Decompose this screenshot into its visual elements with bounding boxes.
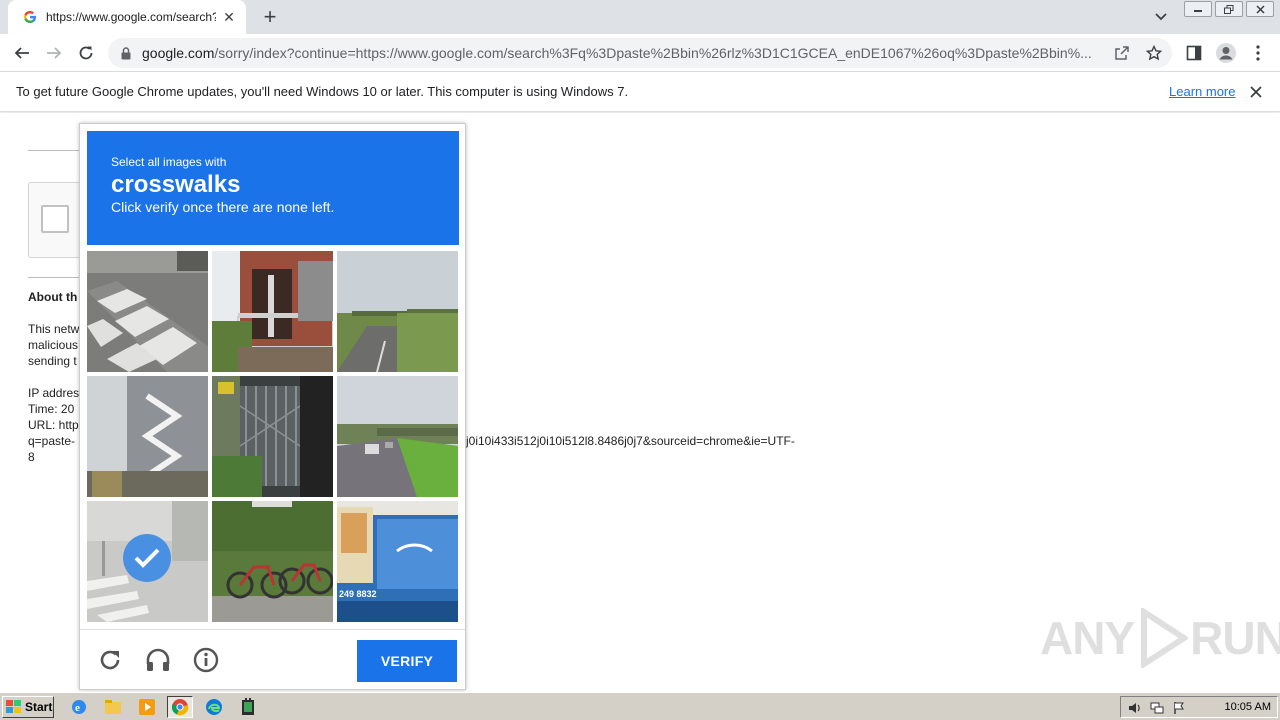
ip-address-label: IP addres	[28, 386, 80, 400]
tile-metal-gate[interactable]	[212, 376, 333, 497]
svg-text:e: e	[75, 702, 80, 714]
about-para-line-3: sending t	[28, 354, 77, 368]
volume-icon[interactable]	[1127, 700, 1143, 716]
tile-crosswalk-road[interactable]	[87, 251, 208, 372]
lock-icon[interactable]	[118, 45, 134, 61]
edge-taskbar-icon[interactable]	[201, 696, 227, 718]
anyrun-watermark: ANY RUN	[1040, 608, 1280, 668]
challenge-footer: VERIFY	[80, 629, 465, 690]
recaptcha-checkbox[interactable]	[41, 205, 69, 233]
media-player-icon[interactable]	[134, 696, 160, 718]
tile-rural-highway-bridge[interactable]	[337, 251, 458, 372]
network-icon[interactable]	[1149, 700, 1165, 716]
info-icon[interactable]	[192, 646, 220, 674]
infobar-message: To get future Google Chrome updates, you…	[16, 84, 629, 99]
tile-brick-balcony[interactable]	[212, 251, 333, 372]
infobar-close-icon[interactable]	[1247, 83, 1265, 101]
about-para-line-1: This netw	[28, 322, 80, 336]
file-explorer-icon[interactable]	[100, 696, 126, 718]
instruction-target: crosswalks	[111, 171, 241, 198]
internet-explorer-icon[interactable]: e	[66, 696, 92, 718]
close-window-icon[interactable]	[1246, 1, 1274, 17]
selected-check-icon	[123, 534, 171, 582]
url-host: google.com	[142, 45, 215, 61]
about-heading: About th	[28, 290, 78, 304]
play-logo-icon	[1141, 608, 1189, 668]
tile-building-fire-escape[interactable]	[87, 376, 208, 497]
minimize-icon[interactable]	[1184, 1, 1212, 17]
new-tab-button[interactable]: +	[258, 4, 282, 29]
truck-phone-text: 249 8832	[339, 589, 377, 599]
menu-kebab-icon[interactable]	[1244, 39, 1272, 67]
image-grid: 249 8832	[87, 251, 459, 623]
url-label: URL: http	[28, 418, 79, 432]
tile-highway-car[interactable]	[337, 376, 458, 497]
tile-truck-side[interactable]: 249 8832	[337, 501, 458, 622]
url-path: /sorry/index?continue=https://www.google…	[214, 45, 1092, 61]
chrome-taskbar-icon[interactable]	[167, 696, 193, 718]
share-icon[interactable]	[1110, 41, 1134, 65]
restore-icon[interactable]	[1215, 1, 1243, 17]
windows-logo-icon	[6, 700, 21, 713]
tab-title: https://www.google.com/search?q=	[46, 10, 216, 24]
url-line-3: 8	[28, 450, 35, 464]
side-panel-icon[interactable]	[1180, 39, 1208, 67]
profile-avatar-icon[interactable]	[1212, 39, 1240, 67]
recaptcha-challenge-dialog: Select all images with crosswalks Click …	[79, 123, 466, 690]
about-para-line-2: malicious	[28, 338, 79, 352]
audio-challenge-headphones-icon[interactable]	[144, 646, 172, 674]
tab-search-chevron-icon[interactable]	[1150, 6, 1172, 28]
address-bar[interactable]: google.com/sorry/index?continue=https://…	[108, 38, 1172, 68]
learn-more-link[interactable]: Learn more	[1169, 84, 1235, 99]
watermark-text-left: ANY	[1040, 612, 1135, 664]
back-arrow-icon[interactable]	[8, 39, 36, 67]
tile-bicycles[interactable]	[212, 501, 333, 622]
browser-toolbar: google.com/sorry/index?continue=https://…	[0, 34, 1280, 72]
windows-taskbar: Start e 10:05 AM	[0, 692, 1280, 720]
tab-close-icon[interactable]: ✕	[220, 8, 238, 26]
forward-arrow-icon[interactable]	[40, 39, 68, 67]
start-button[interactable]: Start	[2, 696, 54, 718]
tile-faded-crosswalk[interactable]	[87, 501, 208, 622]
challenge-header: Select all images with crosswalks Click …	[87, 131, 459, 245]
instruction-line-1: Select all images with	[111, 155, 227, 169]
update-infobar: To get future Google Chrome updates, you…	[0, 72, 1280, 112]
taskbar-clock: 10:05 AM	[1224, 701, 1271, 713]
time-label: Time: 20	[28, 402, 75, 416]
instruction-line-3: Click verify once there are none left.	[111, 199, 335, 215]
url-text[interactable]: google.com/sorry/index?continue=https://…	[142, 45, 1102, 61]
url-line-2-suffix: j0i10i433i512j0i10i512l8.8486j0j7&source…	[466, 434, 795, 448]
verify-button[interactable]: VERIFY	[357, 640, 457, 682]
terminal-taskbar-icon[interactable]	[235, 696, 261, 718]
tab-strip: https://www.google.com/search?q= ✕ +	[0, 0, 1280, 34]
google-favicon-icon	[22, 9, 38, 25]
bookmark-star-icon[interactable]	[1142, 41, 1166, 65]
browser-tab[interactable]: https://www.google.com/search?q= ✕	[8, 0, 246, 34]
url-line-2-prefix: q=paste-	[28, 434, 76, 448]
system-tray: 10:05 AM	[1120, 696, 1278, 718]
reload-challenge-icon[interactable]	[96, 646, 124, 674]
reload-icon[interactable]	[72, 39, 100, 67]
window-controls	[1181, 1, 1274, 17]
action-center-flag-icon[interactable]	[1171, 700, 1187, 716]
watermark-text-right: RUN	[1190, 612, 1280, 664]
start-label: Start	[25, 700, 53, 714]
